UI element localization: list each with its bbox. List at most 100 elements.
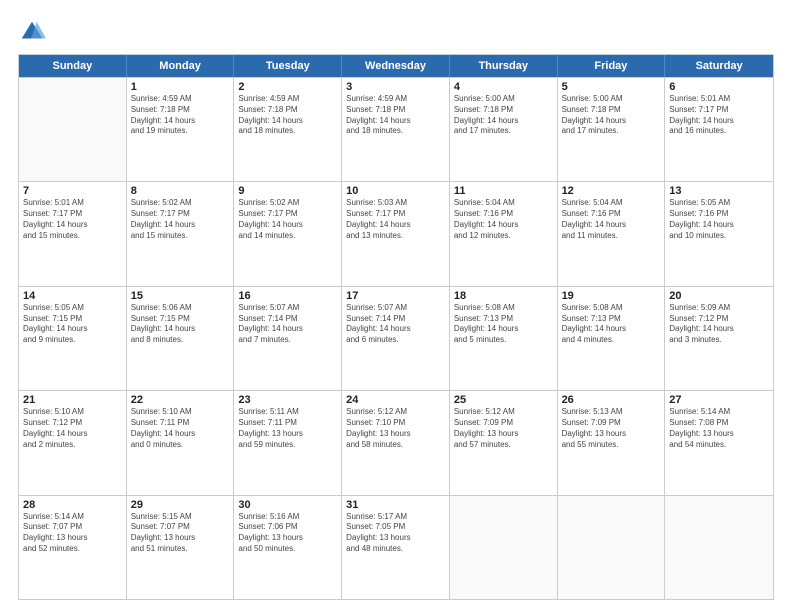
cell-line: Sunrise: 4:59 AM [238, 94, 337, 105]
calendar-cell: 9Sunrise: 5:02 AMSunset: 7:17 PMDaylight… [234, 182, 342, 285]
calendar-cell [665, 496, 773, 599]
calendar-cell: 6Sunrise: 5:01 AMSunset: 7:17 PMDaylight… [665, 78, 773, 181]
calendar-cell: 3Sunrise: 4:59 AMSunset: 7:18 PMDaylight… [342, 78, 450, 181]
cell-line: Sunset: 7:13 PM [454, 314, 553, 325]
day-number: 25 [454, 394, 553, 406]
cell-line: Daylight: 13 hours [454, 429, 553, 440]
day-number: 18 [454, 290, 553, 302]
cell-line: Daylight: 13 hours [131, 533, 230, 544]
day-number: 27 [669, 394, 769, 406]
weekday-header: Sunday [19, 55, 127, 77]
day-number: 23 [238, 394, 337, 406]
cell-line: Sunset: 7:16 PM [669, 209, 769, 220]
logo [18, 18, 50, 46]
cell-line: Daylight: 14 hours [238, 116, 337, 127]
cell-line: and 51 minutes. [131, 544, 230, 555]
day-number: 11 [454, 185, 553, 197]
calendar-cell: 12Sunrise: 5:04 AMSunset: 7:16 PMDayligh… [558, 182, 666, 285]
cell-line: Sunrise: 5:00 AM [562, 94, 661, 105]
cell-line: Sunset: 7:17 PM [23, 209, 122, 220]
calendar-row: 7Sunrise: 5:01 AMSunset: 7:17 PMDaylight… [19, 181, 773, 285]
cell-line: Sunset: 7:17 PM [131, 209, 230, 220]
cell-line: Daylight: 14 hours [454, 220, 553, 231]
cell-line: Sunset: 7:15 PM [131, 314, 230, 325]
day-number: 14 [23, 290, 122, 302]
day-number: 22 [131, 394, 230, 406]
calendar-cell: 5Sunrise: 5:00 AMSunset: 7:18 PMDaylight… [558, 78, 666, 181]
cell-line: Sunset: 7:18 PM [562, 105, 661, 116]
cell-line: Daylight: 13 hours [238, 533, 337, 544]
day-number: 16 [238, 290, 337, 302]
calendar-cell: 24Sunrise: 5:12 AMSunset: 7:10 PMDayligh… [342, 391, 450, 494]
cell-line: Daylight: 14 hours [23, 220, 122, 231]
calendar-cell: 2Sunrise: 4:59 AMSunset: 7:18 PMDaylight… [234, 78, 342, 181]
cell-line: Sunrise: 4:59 AM [131, 94, 230, 105]
cell-line: Daylight: 14 hours [131, 220, 230, 231]
cell-line: and 14 minutes. [238, 231, 337, 242]
cell-line: Sunrise: 5:11 AM [238, 407, 337, 418]
calendar-cell: 16Sunrise: 5:07 AMSunset: 7:14 PMDayligh… [234, 287, 342, 390]
day-number: 15 [131, 290, 230, 302]
cell-line: Daylight: 14 hours [346, 116, 445, 127]
cell-line: Sunrise: 5:05 AM [23, 303, 122, 314]
cell-line: Sunset: 7:07 PM [23, 522, 122, 533]
calendar-cell: 28Sunrise: 5:14 AMSunset: 7:07 PMDayligh… [19, 496, 127, 599]
cell-line: Daylight: 13 hours [346, 429, 445, 440]
calendar-cell: 27Sunrise: 5:14 AMSunset: 7:08 PMDayligh… [665, 391, 773, 494]
weekday-header: Monday [127, 55, 235, 77]
day-number: 20 [669, 290, 769, 302]
weekday-header: Tuesday [234, 55, 342, 77]
calendar-cell: 8Sunrise: 5:02 AMSunset: 7:17 PMDaylight… [127, 182, 235, 285]
cell-line: Sunrise: 5:03 AM [346, 198, 445, 209]
cell-line: Sunrise: 5:08 AM [454, 303, 553, 314]
cell-line: Daylight: 13 hours [238, 429, 337, 440]
cell-line: and 9 minutes. [23, 335, 122, 346]
cell-line: and 4 minutes. [562, 335, 661, 346]
cell-line: Sunset: 7:14 PM [238, 314, 337, 325]
calendar-cell: 23Sunrise: 5:11 AMSunset: 7:11 PMDayligh… [234, 391, 342, 494]
calendar-cell: 14Sunrise: 5:05 AMSunset: 7:15 PMDayligh… [19, 287, 127, 390]
cell-line: Sunset: 7:15 PM [23, 314, 122, 325]
cell-line: and 17 minutes. [454, 126, 553, 137]
day-number: 5 [562, 81, 661, 93]
day-number: 9 [238, 185, 337, 197]
cell-line: Sunrise: 5:06 AM [131, 303, 230, 314]
cell-line: Sunrise: 5:04 AM [454, 198, 553, 209]
cell-line: and 55 minutes. [562, 440, 661, 451]
cell-line: Daylight: 14 hours [669, 220, 769, 231]
cell-line: and 3 minutes. [669, 335, 769, 346]
cell-line: Daylight: 14 hours [346, 220, 445, 231]
cell-line: Sunrise: 5:01 AM [23, 198, 122, 209]
cell-line: Sunset: 7:18 PM [131, 105, 230, 116]
day-number: 7 [23, 185, 122, 197]
cell-line: Sunset: 7:06 PM [238, 522, 337, 533]
calendar-cell: 25Sunrise: 5:12 AMSunset: 7:09 PMDayligh… [450, 391, 558, 494]
cell-line: Sunrise: 5:01 AM [669, 94, 769, 105]
calendar-cell: 29Sunrise: 5:15 AMSunset: 7:07 PMDayligh… [127, 496, 235, 599]
cell-line: Sunset: 7:16 PM [454, 209, 553, 220]
cell-line: Sunset: 7:17 PM [238, 209, 337, 220]
cell-line: and 19 minutes. [131, 126, 230, 137]
cell-line: Sunrise: 5:12 AM [454, 407, 553, 418]
cell-line: Sunrise: 5:08 AM [562, 303, 661, 314]
cell-line: Daylight: 14 hours [562, 220, 661, 231]
cell-line: Sunrise: 5:02 AM [131, 198, 230, 209]
cell-line: and 13 minutes. [346, 231, 445, 242]
day-number: 10 [346, 185, 445, 197]
cell-line: and 58 minutes. [346, 440, 445, 451]
cell-line: Sunrise: 4:59 AM [346, 94, 445, 105]
cell-line: Sunset: 7:11 PM [131, 418, 230, 429]
cell-line: Sunset: 7:14 PM [346, 314, 445, 325]
cell-line: Sunset: 7:16 PM [562, 209, 661, 220]
cell-line: and 15 minutes. [23, 231, 122, 242]
logo-icon [18, 18, 46, 46]
weekday-header: Saturday [665, 55, 773, 77]
cell-line: and 17 minutes. [562, 126, 661, 137]
calendar-cell [450, 496, 558, 599]
cell-line: Sunset: 7:10 PM [346, 418, 445, 429]
calendar-cell: 15Sunrise: 5:06 AMSunset: 7:15 PMDayligh… [127, 287, 235, 390]
day-number: 17 [346, 290, 445, 302]
calendar-cell [19, 78, 127, 181]
calendar-cell: 18Sunrise: 5:08 AMSunset: 7:13 PMDayligh… [450, 287, 558, 390]
calendar-cell: 11Sunrise: 5:04 AMSunset: 7:16 PMDayligh… [450, 182, 558, 285]
